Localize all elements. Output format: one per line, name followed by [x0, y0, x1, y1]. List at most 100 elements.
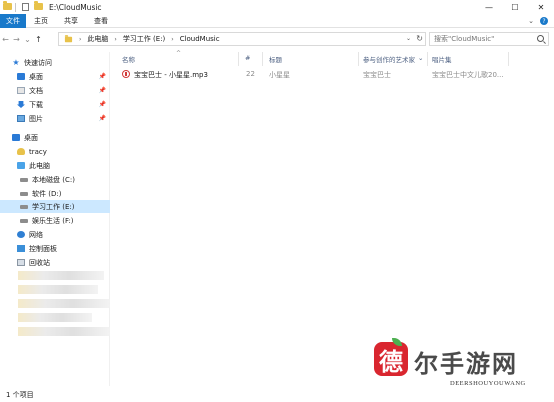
search-icon[interactable] [537, 35, 544, 42]
breadcrumb-separator: › [79, 35, 82, 43]
up-button[interactable]: ↑ [33, 32, 44, 46]
nav-network[interactable]: 网络 [0, 228, 110, 241]
watermark-logo: 德 尔手游网 DEERSHOUYOUWANG [370, 338, 554, 402]
properties-icon[interactable] [22, 3, 31, 11]
nav-desktop[interactable]: 桌面 [0, 131, 110, 144]
column-artist[interactable]: 参与创作的艺术家 [363, 54, 415, 64]
help-icon[interactable]: ? [540, 17, 548, 25]
column-divider[interactable] [508, 52, 509, 66]
nav-drive-c[interactable]: 本地磁盘 (C:) [0, 173, 110, 186]
user-folder-icon [17, 148, 25, 155]
nav-quick-access[interactable]: ★ 快速访问 [0, 56, 110, 69]
network-icon [17, 231, 25, 238]
column-filter-icon[interactable]: ⌄ [418, 54, 423, 62]
minimize-button[interactable]: — [476, 0, 502, 14]
sort-indicator-icon: ^ [176, 50, 182, 57]
refresh-icon[interactable]: ↻ [416, 34, 423, 43]
nav-drive-d[interactable]: 软件 (D:) [0, 187, 110, 200]
nav-user-tracy[interactable]: tracy [0, 145, 110, 158]
tab-view[interactable]: 查看 [86, 14, 116, 28]
nav-label: 图片 [29, 114, 43, 123]
pin-icon: 📌 [98, 87, 106, 94]
obscured-nav-item [18, 271, 104, 280]
file-album: 宝宝巴士中文儿歌20... [432, 71, 504, 79]
watermark-text: 尔手游网 [414, 349, 518, 378]
nav-quick-desktop[interactable]: 桌面 📌 [0, 70, 110, 83]
column-divider[interactable] [358, 52, 359, 66]
search-input[interactable] [430, 35, 534, 43]
back-button[interactable]: ← [0, 32, 11, 46]
folder-icon [64, 34, 73, 42]
column-divider[interactable] [262, 52, 263, 66]
breadcrumb-separator: › [171, 35, 174, 43]
file-row[interactable]: 宝宝巴士 - 小星星.mp3 22 小星星 宝宝巴士 宝宝巴士中文儿歌20... [110, 69, 554, 81]
file-name: 宝宝巴士 - 小星星.mp3 [134, 71, 208, 79]
tab-file[interactable]: 文件 [0, 13, 26, 28]
expand-ribbon-icon[interactable]: ⌄ [528, 17, 534, 25]
new-folder-icon[interactable] [34, 1, 43, 11]
close-button[interactable]: ✕ [528, 0, 554, 14]
nav-quick-documents[interactable]: 文档 📌 [0, 84, 110, 97]
nav-control-panel[interactable]: 控制面板 [0, 242, 110, 255]
column-divider[interactable] [238, 52, 239, 66]
column-track[interactable]: # [245, 54, 250, 62]
search-box[interactable] [429, 32, 549, 46]
downloads-icon [17, 101, 25, 108]
breadcrumb-cloudmusic[interactable]: CloudMusic [180, 35, 220, 43]
tab-home[interactable]: 主页 [26, 14, 56, 28]
pin-icon: 📌 [98, 73, 106, 80]
breadcrumb-drive-e[interactable]: 学习工作 (E:) [123, 34, 165, 44]
column-title[interactable]: 标题 [269, 54, 282, 64]
nav-label: 网络 [29, 230, 43, 239]
column-header-row: ^ 名称 # 标题 参与创作的艺术家 ⌄ 唱片集 [110, 50, 554, 66]
column-divider[interactable] [427, 52, 428, 66]
nav-quick-downloads[interactable]: 下载 📌 [0, 98, 110, 111]
recent-locations-button[interactable]: ⌄ [22, 32, 33, 46]
obscured-nav-item [18, 327, 110, 336]
desktop-icon [12, 134, 20, 141]
music-file-icon [122, 70, 130, 78]
breadcrumb-this-pc[interactable]: 此电脑 [87, 34, 108, 44]
watermark-subtext: DEERSHOUYOUWANG [450, 380, 526, 387]
nav-label: 桌面 [29, 72, 43, 81]
window-title: E:\CloudMusic [49, 2, 102, 12]
title-bar: E:\CloudMusic — ☐ ✕ [0, 0, 554, 14]
folder-icon [3, 1, 12, 11]
breadcrumb-separator: › [114, 35, 117, 43]
nav-label: 娱乐生活 (F:) [32, 216, 74, 225]
nav-drive-f[interactable]: 娱乐生活 (F:) [0, 214, 110, 227]
nav-label: 下载 [29, 100, 43, 109]
drive-icon [20, 218, 28, 223]
nav-label: 回收站 [29, 258, 50, 267]
nav-label: 此电脑 [29, 161, 50, 170]
drive-icon [20, 177, 28, 182]
file-artist: 宝宝巴士 [363, 71, 391, 79]
column-album[interactable]: 唱片集 [432, 54, 452, 64]
file-title: 小星星 [269, 71, 290, 79]
nav-label: 软件 (D:) [32, 189, 62, 198]
nav-drive-e[interactable]: 学习工作 (E:) [0, 200, 110, 213]
obscured-nav-item [18, 285, 98, 294]
obscured-nav-item [18, 313, 92, 322]
star-icon: ★ [12, 58, 20, 67]
nav-quick-pictures[interactable]: 图片 📌 [0, 112, 110, 125]
obscured-nav-item [18, 299, 110, 308]
maximize-button[interactable]: ☐ [502, 0, 528, 14]
column-name[interactable]: 名称 [122, 54, 135, 64]
nav-label: 桌面 [24, 133, 38, 142]
item-count: 1 个项目 [6, 390, 34, 399]
tab-share[interactable]: 共享 [56, 14, 86, 28]
separator [15, 2, 16, 12]
nav-recycle-bin[interactable]: 回收站 [0, 256, 110, 269]
pin-icon: 📌 [98, 101, 106, 108]
nav-this-pc[interactable]: 此电脑 [0, 159, 110, 172]
documents-icon [17, 87, 25, 94]
nav-label: 学习工作 (E:) [32, 202, 75, 211]
address-dropdown-icon[interactable]: ⌄ [406, 35, 411, 42]
address-bar[interactable]: › 此电脑 › 学习工作 (E:) › CloudMusic ⌄ ↻ [58, 32, 426, 46]
nav-label: 本地磁盘 (C:) [32, 175, 75, 184]
nav-label: tracy [29, 147, 47, 156]
navigation-pane: ★ 快速访问 桌面 📌 文档 📌 下载 📌 图片 📌 桌面 tracy 此电脑 … [0, 52, 110, 386]
forward-button[interactable]: → [11, 32, 22, 46]
this-pc-icon [17, 162, 25, 169]
